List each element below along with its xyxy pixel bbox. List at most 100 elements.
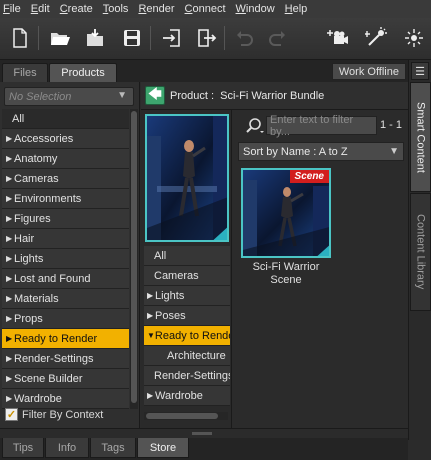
menu-create[interactable]: Create — [60, 3, 93, 15]
toolbar-separator — [150, 26, 151, 50]
category-item-render-settings[interactable]: ▶ Render-Settings — [2, 349, 129, 369]
product-detail-panel: All Cameras ▶ Lights ▶ Poses ▼ Ready to Ren… — [141, 110, 232, 428]
expand-arrow-icon: ▶ — [6, 354, 13, 363]
expand-arrow-icon: ▶ — [6, 334, 13, 343]
category-label: Materials — [14, 292, 59, 305]
tab-store[interactable]: Store — [137, 438, 189, 458]
tab-tips[interactable]: Tips — [2, 438, 44, 458]
category-label: Accessories — [14, 132, 74, 145]
chevron-down-icon: ▼ — [117, 90, 127, 101]
side-tab-bar: ☰ Smart Content Content Library — [408, 60, 431, 440]
expand-arrow-icon: ▶ — [6, 194, 13, 203]
create-spotlight-icon[interactable] — [362, 24, 390, 52]
scene-badge: Scene — [289, 170, 329, 183]
menu-edit[interactable]: Edit — [31, 3, 50, 15]
pane-menu-icon[interactable]: ☰ — [411, 62, 429, 80]
category-filter-dropdown[interactable]: No Selection ▼ — [4, 87, 134, 106]
product-title: Product : Sci-Fi Warrior Bundle — [170, 90, 324, 102]
menu-window[interactable]: Window — [236, 3, 275, 15]
export-icon[interactable] — [192, 24, 220, 52]
category-item-lost-and-found[interactable]: ▶ Lost and Found — [2, 269, 129, 289]
subcategory-item-architecture[interactable]: Architecture — [144, 346, 230, 366]
category-panel: No Selection ▼ All ▶ Accessories ▶ Anatomy… — [0, 82, 140, 428]
expand-arrow-icon: ▶ — [6, 234, 13, 243]
scrollbar-thumb[interactable] — [131, 111, 137, 403]
redo-icon[interactable] — [264, 24, 292, 52]
open-folder-icon[interactable] — [46, 24, 74, 52]
category-item-figures[interactable]: ▶ Figures — [2, 209, 129, 229]
back-arrow-icon[interactable]: 🡄 — [145, 86, 165, 105]
search-icon[interactable] — [244, 116, 264, 135]
subcategory-item-ready-to-render[interactable]: ▼ Ready to Render — [144, 326, 230, 346]
category-item-materials[interactable]: ▶ Materials — [2, 289, 129, 309]
category-label: Figures — [14, 212, 51, 225]
create-point-light-icon[interactable] — [398, 24, 426, 52]
subcategory-item-render-settings[interactable]: Render-Settings — [144, 366, 230, 386]
save-icon[interactable] — [118, 24, 146, 52]
category-item-cameras[interactable]: ▶ Cameras — [2, 169, 129, 189]
category-item-props[interactable]: ▶ Props — [2, 309, 129, 329]
category-item-environments[interactable]: ▶ Environments — [2, 189, 129, 209]
merge-folder-icon[interactable] — [82, 24, 110, 52]
tab-smart-content[interactable]: Smart Content — [410, 82, 431, 192]
scene-item-name: Sci-Fi Warrior Scene — [252, 261, 320, 286]
work-offline-button[interactable]: Work Offline — [331, 63, 406, 80]
pane-tab-bar: Files Products Work Offline — [0, 60, 408, 82]
category-item-wardrobe[interactable]: ▶ Wardrobe — [2, 389, 129, 409]
pane-splitter[interactable] — [0, 428, 408, 438]
menu-help[interactable]: Help — [285, 3, 308, 15]
expand-arrow-icon: ▶ — [6, 134, 13, 143]
menu-render[interactable]: Render — [138, 3, 174, 15]
main-toolbar — [0, 18, 431, 60]
expand-arrow-icon: ▶ — [6, 174, 13, 183]
filter-by-context-checkbox[interactable]: ✓ Filter By Context — [5, 408, 103, 421]
category-scrollbar[interactable] — [130, 109, 138, 409]
chevron-down-icon: ▼ — [389, 146, 399, 157]
scene-item-thumbnail[interactable]: Scene — [241, 168, 331, 258]
product-header: 🡄 Product : Sci-Fi Warrior Bundle — [141, 82, 408, 110]
category-item-hair[interactable]: ▶ Hair — [2, 229, 129, 249]
subcategory-item-poses[interactable]: ▶ Poses — [144, 306, 230, 326]
undo-icon[interactable] — [230, 24, 258, 52]
subcategory-hscrollbar[interactable] — [144, 412, 228, 420]
menu-tools[interactable]: Tools — [103, 3, 129, 15]
category-item-scene-builder[interactable]: ▶ Scene Builder — [2, 369, 129, 389]
subcategory-item-lights[interactable]: ▶ Lights — [144, 286, 230, 306]
expand-arrow-icon: ▶ — [6, 214, 13, 223]
tab-smart-content-label: Smart Content — [414, 101, 427, 173]
category-label: Anatomy — [14, 152, 58, 165]
category-label: Render-Settings — [14, 352, 94, 365]
tab-products[interactable]: Products — [49, 63, 117, 82]
scrollbar-thumb[interactable] — [146, 413, 218, 419]
tab-files[interactable]: Files — [2, 63, 48, 82]
expand-arrow-icon: ▶ — [6, 294, 13, 303]
menu-connect[interactable]: Connect — [185, 3, 226, 15]
tab-content-library[interactable]: Content Library — [410, 193, 431, 311]
search-input[interactable]: Enter text to filter by... — [266, 114, 377, 138]
category-item-ready-to-render[interactable]: ▶ Ready to Render — [2, 329, 129, 349]
subcategory-item-cameras[interactable]: Cameras — [144, 266, 230, 286]
toolbar-separator — [224, 26, 225, 50]
category-item-all[interactable]: All — [2, 109, 129, 129]
category-item-anatomy[interactable]: ▶ Anatomy — [2, 149, 129, 169]
subcategory-item-all[interactable]: All — [144, 246, 230, 266]
create-camera-icon[interactable] — [324, 24, 352, 52]
sort-label: Sort by Name : A to Z — [243, 145, 348, 158]
subcategory-label: Cameras — [154, 269, 199, 282]
tab-info[interactable]: Info — [45, 438, 89, 458]
category-item-accessories[interactable]: ▶ Accessories — [2, 129, 129, 149]
sort-dropdown[interactable]: Sort by Name : A to Z ▼ — [238, 142, 404, 161]
collapse-arrow-icon: ▼ — [147, 331, 155, 340]
new-file-icon[interactable] — [6, 24, 34, 52]
category-item-lights[interactable]: ▶ Lights — [2, 249, 129, 269]
category-label: Lights — [14, 252, 44, 265]
subcategory-label: Render-Settings — [154, 369, 230, 382]
splitter-grip[interactable] — [192, 432, 212, 435]
product-thumbnail[interactable] — [145, 114, 229, 242]
import-icon[interactable] — [158, 24, 186, 52]
expand-arrow-icon: ▶ — [147, 311, 154, 320]
menu-file[interactable]: File — [3, 3, 21, 15]
menu-bar: File Edit Create Tools Render Connect Wi… — [0, 0, 431, 18]
tab-tags[interactable]: Tags — [90, 438, 136, 458]
subcategory-item-wardrobe[interactable]: ▶ Wardrobe — [144, 386, 230, 406]
